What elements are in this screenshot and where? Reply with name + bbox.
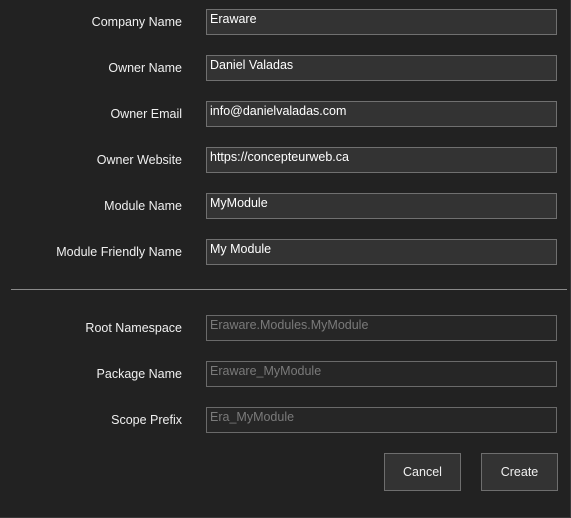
package-name-row: Package Name Eraware_MyModule (0, 361, 571, 387)
scope-prefix-field: Era_MyModule (206, 407, 557, 433)
module-friendly-name-input[interactable]: My Module (206, 239, 557, 265)
owner-name-row: Owner Name Daniel Valadas (0, 55, 571, 81)
company-name-input[interactable]: Eraware (206, 9, 557, 35)
owner-website-row: Owner Website https://concepteurweb.ca (0, 147, 571, 173)
module-friendly-name-label: Module Friendly Name (56, 245, 182, 259)
module-name-label: Module Name (104, 199, 182, 213)
create-button[interactable]: Create (481, 453, 558, 491)
package-name-label: Package Name (96, 367, 182, 381)
owner-email-row: Owner Email info@danielvaladas.com (0, 101, 571, 127)
create-module-dialog: Company Name Eraware Owner Name Daniel V… (0, 0, 571, 518)
company-name-row: Company Name Eraware (0, 9, 571, 35)
section-divider (11, 289, 567, 290)
package-name-field: Eraware_MyModule (206, 361, 557, 387)
scope-prefix-label: Scope Prefix (111, 413, 182, 427)
owner-name-input[interactable]: Daniel Valadas (206, 55, 557, 81)
root-namespace-label: Root Namespace (85, 321, 182, 335)
owner-name-label: Owner Name (108, 61, 182, 75)
cancel-button[interactable]: Cancel (384, 453, 461, 491)
module-name-input[interactable]: MyModule (206, 193, 557, 219)
scope-prefix-row: Scope Prefix Era_MyModule (0, 407, 571, 433)
root-namespace-row: Root Namespace Eraware.Modules.MyModule (0, 315, 571, 341)
module-name-row: Module Name MyModule (0, 193, 571, 219)
company-name-label: Company Name (91, 15, 182, 29)
owner-website-input[interactable]: https://concepteurweb.ca (206, 147, 557, 173)
module-friendly-name-row: Module Friendly Name My Module (0, 239, 571, 265)
owner-email-input[interactable]: info@danielvaladas.com (206, 101, 557, 127)
owner-email-label: Owner Email (110, 107, 182, 121)
root-namespace-field: Eraware.Modules.MyModule (206, 315, 557, 341)
owner-website-label: Owner Website (96, 153, 182, 167)
